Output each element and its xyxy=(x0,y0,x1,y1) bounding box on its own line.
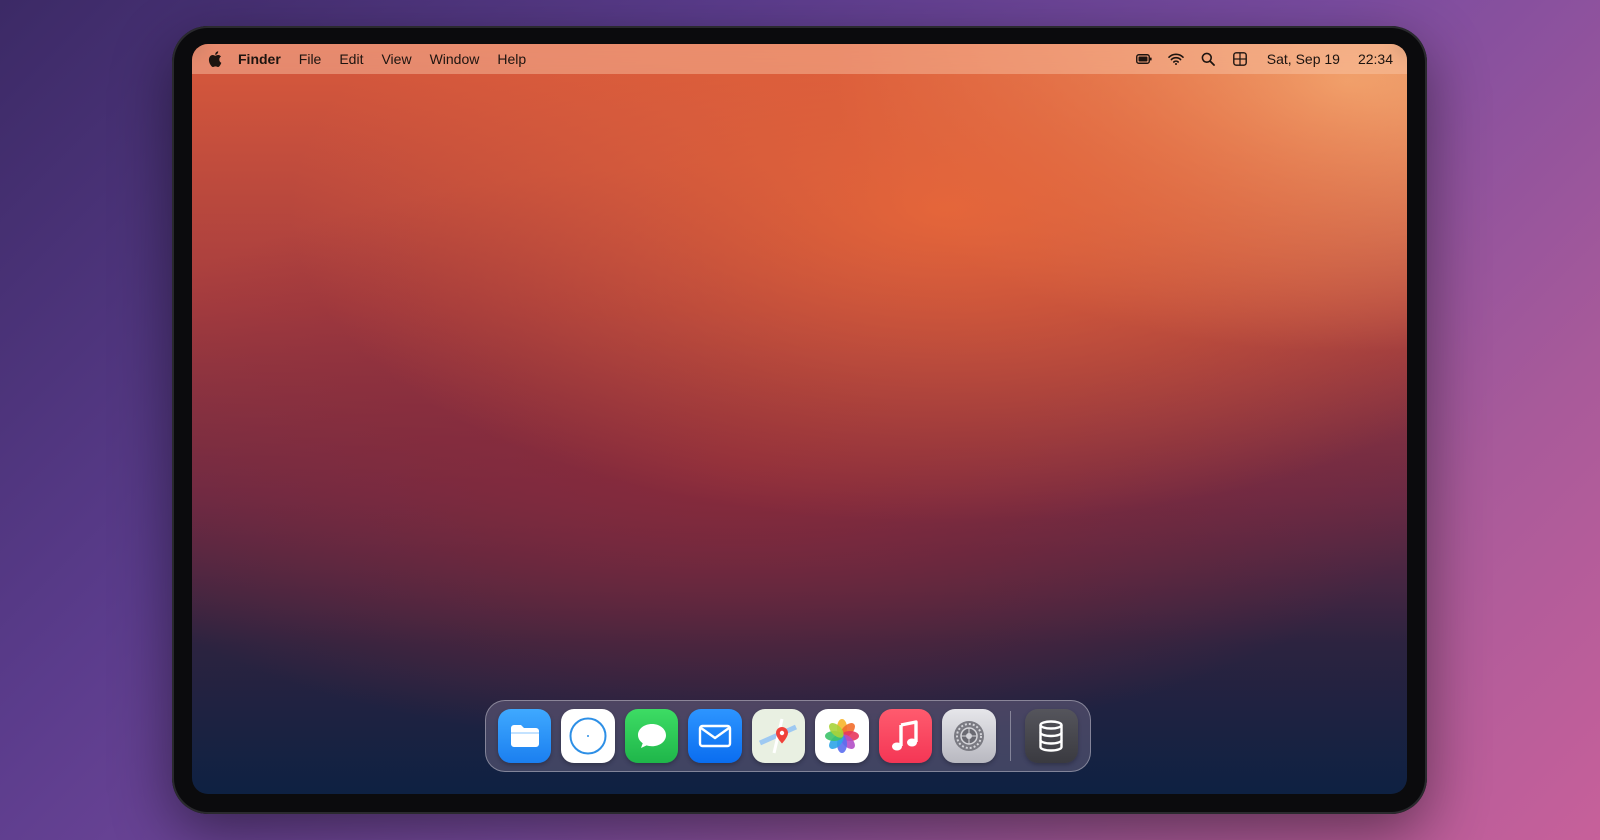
dock-app-maps[interactable] xyxy=(751,709,806,763)
envelope-icon xyxy=(698,724,732,748)
device-bezel: Finder File Edit View Window Help Sat, S… xyxy=(172,26,1427,814)
map-pin-icon xyxy=(758,718,797,754)
menu-file[interactable]: File xyxy=(299,51,322,67)
dock-app-safari[interactable] xyxy=(561,709,615,763)
dock-app-photos[interactable] xyxy=(815,709,869,763)
menu-bar-right: Sat, Sep 19 22:34 xyxy=(1121,50,1393,68)
menu-app-name[interactable]: Finder xyxy=(238,51,281,67)
flower-icon xyxy=(824,719,859,753)
dock xyxy=(485,700,1091,772)
menu-window[interactable]: Window xyxy=(430,51,480,67)
control-center-icon[interactable] xyxy=(1231,50,1249,68)
gear-icon xyxy=(953,721,984,751)
compass-icon xyxy=(569,717,607,755)
menu-view[interactable]: View xyxy=(381,51,411,67)
battery-icon[interactable] xyxy=(1135,50,1153,68)
dock-app-database[interactable] xyxy=(1024,709,1079,763)
wifi-icon[interactable] xyxy=(1167,50,1185,68)
dock-app-messages[interactable] xyxy=(624,709,679,763)
desktop-screen: Finder File Edit View Window Help Sat, S… xyxy=(192,44,1407,794)
dock-app-music[interactable] xyxy=(878,709,933,763)
dock-app-mail[interactable] xyxy=(688,709,742,763)
menu-help[interactable]: Help xyxy=(497,51,526,67)
menu-time[interactable]: 22:34 xyxy=(1358,51,1393,67)
dock-app-finder[interactable] xyxy=(498,709,552,763)
music-note-icon xyxy=(892,720,919,751)
apple-icon[interactable] xyxy=(208,51,222,67)
folder-icon xyxy=(510,725,539,747)
search-icon[interactable] xyxy=(1199,50,1217,68)
menu-bar: Finder File Edit View Window Help Sat, S… xyxy=(192,44,1407,74)
dock-app-system-settings[interactable] xyxy=(942,709,996,763)
menu-date[interactable]: Sat, Sep 19 xyxy=(1267,51,1340,67)
database-icon xyxy=(1039,720,1064,752)
menu-bar-left: Finder File Edit View Window Help xyxy=(208,51,544,67)
menu-edit[interactable]: Edit xyxy=(339,51,363,67)
dock-separator xyxy=(1009,711,1011,761)
chat-bubble-icon xyxy=(637,724,666,748)
